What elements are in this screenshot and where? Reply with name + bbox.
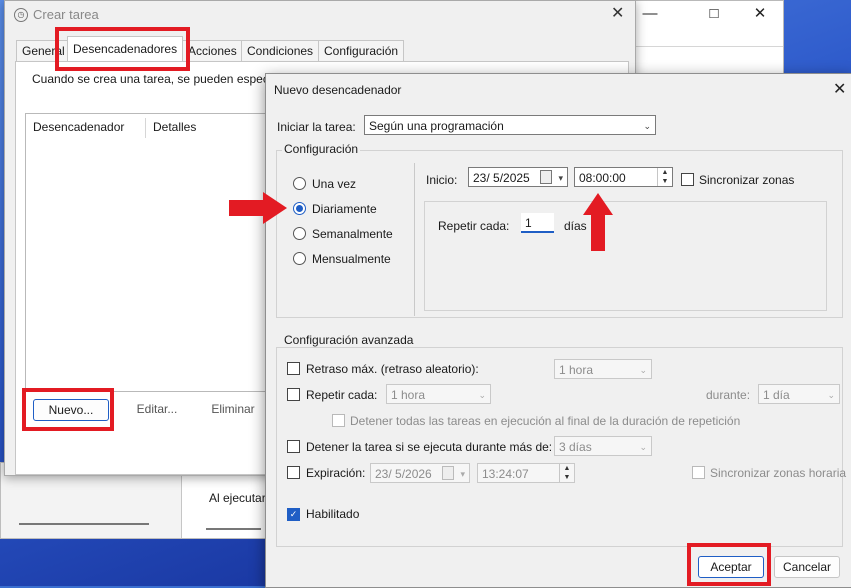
background-window: — □ ✕ bbox=[630, 0, 784, 84]
radio-once-label[interactable]: Una vez bbox=[312, 177, 356, 191]
annotation-arrow-up bbox=[583, 193, 613, 251]
delay-select[interactable]: 1 hora ⌄ bbox=[554, 359, 652, 379]
expiration-time-field[interactable]: 13:24:07 ▲ ▼ bbox=[477, 463, 575, 483]
stop-if-checkbox[interactable] bbox=[287, 440, 300, 453]
new-trigger-dialog: Nuevo desencadenador ✕ Iniciar la tarea:… bbox=[265, 73, 851, 588]
close-icon[interactable]: ✕ bbox=[749, 4, 771, 24]
delay-label[interactable]: Retraso máx. (retraso aleatorio): bbox=[306, 362, 479, 376]
delete-trigger-button[interactable]: Eliminar bbox=[196, 399, 270, 419]
sync-zones-utc-label[interactable]: Sincronizar zonas horaria bbox=[710, 466, 846, 480]
stop-if-label[interactable]: Detener la tarea si se ejecuta durante m… bbox=[306, 440, 552, 454]
task-scheduler-icon: ◷ bbox=[14, 8, 28, 22]
advanced-settings-label: Configuración avanzada bbox=[282, 333, 416, 347]
sync-zones-utc-checkbox[interactable] bbox=[692, 466, 705, 479]
radio-once[interactable] bbox=[293, 177, 306, 190]
chevron-down-icon: ⌄ bbox=[643, 121, 651, 131]
expiration-label[interactable]: Expiración: bbox=[306, 466, 365, 480]
sync-zones-label[interactable]: Sincronizar zonas bbox=[699, 173, 794, 187]
radio-monthly[interactable] bbox=[293, 252, 306, 265]
spin-arrows-icon[interactable]: ▲ ▼ bbox=[657, 168, 672, 186]
tab-settings[interactable]: Configuración bbox=[318, 40, 405, 62]
repeat-label[interactable]: Repetir cada: bbox=[306, 388, 377, 402]
repeat-select[interactable]: 1 hora ⌄ bbox=[386, 384, 491, 404]
radio-weekly[interactable] bbox=[293, 227, 306, 240]
expiration-checkbox[interactable] bbox=[287, 466, 300, 479]
repeat-every-input[interactable]: 1 bbox=[521, 213, 554, 233]
stop-all-label[interactable]: Detener todas las tareas en ejecución al… bbox=[350, 414, 740, 428]
annotation-box-new-button bbox=[22, 388, 114, 431]
chevron-down-icon: ⌄ bbox=[827, 390, 835, 400]
start-task-label: Iniciar la tarea: bbox=[277, 120, 356, 134]
radio-daily-label[interactable]: Diariamente bbox=[312, 202, 377, 216]
spin-arrows-icon[interactable]: ▲ ▼ bbox=[559, 464, 574, 482]
tab-actions[interactable]: Acciones bbox=[182, 40, 243, 62]
enabled-checkbox[interactable]: ✓ bbox=[287, 508, 300, 521]
settings-group-label: Configuración bbox=[282, 142, 361, 156]
start-label: Inicio: bbox=[426, 173, 458, 187]
cancel-button[interactable]: Cancelar bbox=[774, 556, 840, 578]
chevron-down-icon: ⌄ bbox=[639, 365, 647, 375]
annotation-box-ok-button bbox=[687, 543, 771, 586]
lower-text: Al ejecutar bbox=[209, 491, 266, 505]
maximize-icon[interactable]: □ bbox=[703, 4, 725, 24]
repeat-checkbox[interactable] bbox=[287, 388, 300, 401]
annotation-box-triggers-tab bbox=[55, 27, 190, 71]
stop-if-select[interactable]: 3 días ⌄ bbox=[554, 436, 652, 456]
start-task-select[interactable]: Según una programación ⌄ bbox=[364, 115, 656, 135]
column-header-details[interactable]: Detalles bbox=[153, 120, 196, 134]
edit-trigger-button[interactable]: Editar... bbox=[120, 399, 194, 419]
annotation-arrow-right bbox=[229, 192, 287, 224]
chevron-down-icon: ▾ bbox=[460, 469, 465, 479]
calendar-icon bbox=[540, 170, 552, 184]
sync-zones-checkbox[interactable] bbox=[681, 173, 694, 186]
recurrence-panel bbox=[424, 201, 827, 311]
delay-checkbox[interactable] bbox=[287, 362, 300, 375]
calendar-icon bbox=[442, 466, 454, 480]
trigger-list[interactable]: Desencadenador Detalles bbox=[25, 113, 277, 392]
dialog-title: Crear tarea bbox=[33, 7, 99, 22]
radio-daily[interactable] bbox=[293, 202, 306, 215]
chevron-down-icon: ▾ bbox=[558, 173, 563, 183]
radio-weekly-label[interactable]: Semanalmente bbox=[312, 227, 393, 241]
column-header-trigger[interactable]: Desencadenador bbox=[33, 120, 124, 134]
tab-description: Cuando se crea una tarea, se pueden espe… bbox=[32, 72, 284, 86]
stop-all-checkbox[interactable] bbox=[332, 414, 345, 427]
duration-select[interactable]: 1 día ⌄ bbox=[758, 384, 840, 404]
radio-monthly-label[interactable]: Mensualmente bbox=[312, 252, 391, 266]
expiration-date-picker[interactable]: 23/ 5/2026 ▾ bbox=[370, 463, 470, 483]
enabled-label[interactable]: Habilitado bbox=[306, 507, 359, 521]
tab-conditions[interactable]: Condiciones bbox=[241, 40, 320, 62]
start-time-field[interactable]: 08:00:00 ▲ ▼ bbox=[574, 167, 673, 187]
start-date-picker[interactable]: 23/ 5/2025 ▾ bbox=[468, 167, 568, 187]
duration-label: durante: bbox=[706, 388, 751, 402]
close-icon[interactable]: ✕ bbox=[833, 79, 846, 99]
close-icon[interactable]: ✕ bbox=[611, 3, 624, 23]
dialog-title: Nuevo desencadenador bbox=[274, 83, 402, 97]
repeat-every-label: Repetir cada: bbox=[438, 219, 510, 233]
chevron-down-icon: ⌄ bbox=[478, 390, 486, 400]
chevron-down-icon: ⌄ bbox=[639, 442, 647, 452]
minimize-icon[interactable]: — bbox=[639, 4, 661, 24]
